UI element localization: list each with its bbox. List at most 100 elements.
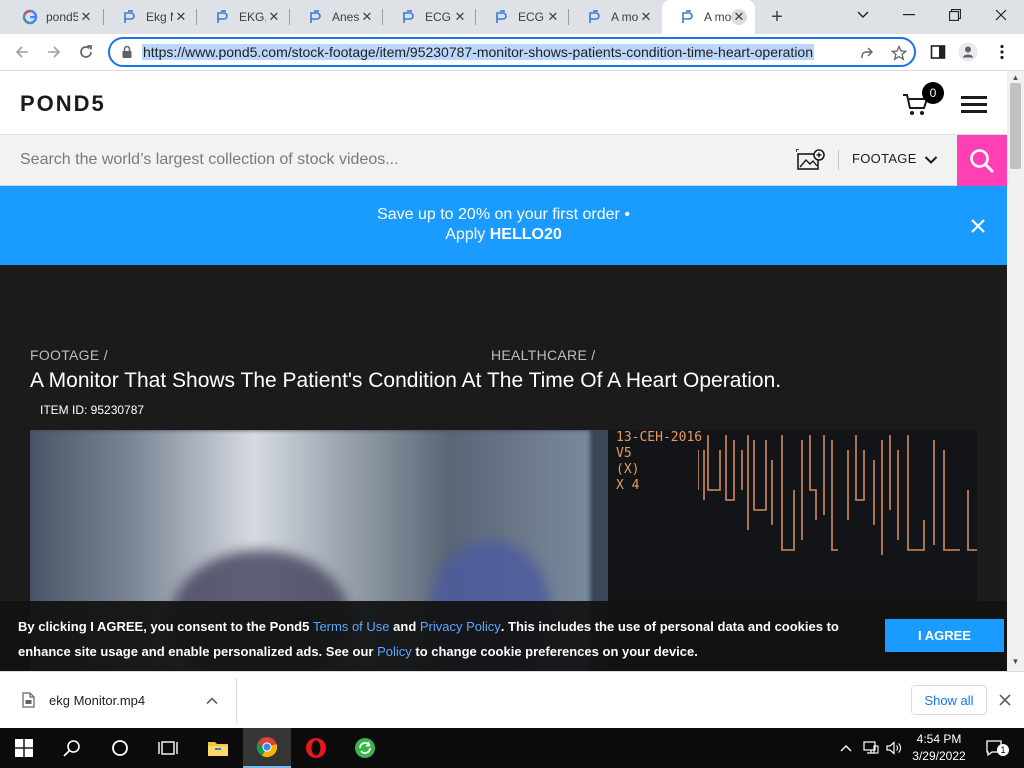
policy-link[interactable]: Policy bbox=[377, 644, 412, 659]
forward-arrow-icon[interactable] bbox=[42, 40, 66, 64]
close-icon[interactable]: ✕ bbox=[173, 9, 189, 25]
tab-title: A mo bbox=[611, 10, 638, 24]
pond5-icon bbox=[680, 9, 696, 25]
chevron-down-icon[interactable] bbox=[924, 153, 938, 167]
ecg-waveform bbox=[698, 435, 977, 555]
pond5-logo[interactable]: POND5 bbox=[20, 91, 106, 117]
file-explorer-icon[interactable] bbox=[194, 728, 242, 768]
media-type-select[interactable]: FOOTAGE bbox=[852, 151, 917, 166]
share-icon[interactable] bbox=[858, 44, 876, 62]
show-all-button[interactable]: Show all bbox=[911, 685, 987, 715]
opera-icon[interactable] bbox=[292, 728, 340, 768]
chevron-up-icon[interactable] bbox=[205, 694, 219, 708]
restore-button[interactable] bbox=[932, 0, 978, 30]
chevron-up-icon[interactable] bbox=[836, 728, 856, 768]
cookie-text: By clicking I AGREE, you consent to the … bbox=[18, 614, 868, 664]
chrome-icon[interactable] bbox=[243, 728, 291, 768]
download-bar: ekg Monitor.mp4 Show all bbox=[0, 671, 1024, 728]
close-icon[interactable] bbox=[970, 218, 986, 234]
tab-title: pond5 bbox=[46, 10, 78, 24]
tab-title: EKG, bbox=[239, 10, 266, 24]
profile-avatar-icon[interactable] bbox=[958, 42, 978, 62]
url-text[interactable]: https://www.pond5.com/stock-footage/item… bbox=[142, 44, 815, 60]
i-agree-button[interactable]: I AGREE bbox=[885, 619, 1004, 652]
close-icon[interactable]: ✕ bbox=[731, 9, 747, 25]
search-icon[interactable] bbox=[48, 728, 96, 768]
privacy-policy-link[interactable]: Privacy Policy bbox=[420, 619, 501, 634]
close-icon[interactable]: ✕ bbox=[266, 9, 282, 25]
cortana-icon[interactable] bbox=[96, 728, 144, 768]
tab-title: Ekg M bbox=[146, 10, 173, 24]
terms-of-use-link[interactable]: Terms of Use bbox=[313, 619, 390, 634]
tab-6[interactable]: ECG c ✕ bbox=[476, 0, 569, 34]
search-divider bbox=[838, 150, 839, 170]
search-button[interactable] bbox=[957, 135, 1007, 186]
page-viewport: POND5 0 FOOTAGE Save up to 20% bbox=[0, 71, 1024, 671]
lock-icon[interactable] bbox=[120, 45, 134, 59]
browser-menu-icon[interactable] bbox=[992, 42, 1012, 62]
cookie-text-part: By clicking I AGREE, you consent to the … bbox=[18, 619, 313, 634]
close-icon[interactable]: ✕ bbox=[78, 9, 94, 25]
cookie-text-part: and bbox=[389, 619, 420, 634]
close-icon[interactable]: ✕ bbox=[545, 9, 561, 25]
reload-icon[interactable] bbox=[74, 40, 98, 64]
tab-2[interactable]: Ekg M ✕ bbox=[104, 0, 197, 34]
pond5-icon bbox=[401, 9, 417, 25]
network-icon[interactable] bbox=[860, 728, 882, 768]
promo-code-line: Apply HELLO20 bbox=[0, 226, 1007, 244]
tab-7[interactable]: A mo ✕ bbox=[569, 0, 662, 34]
breadcrumb-footage[interactable]: FOOTAGE / bbox=[30, 347, 108, 363]
bookmark-star-icon[interactable] bbox=[890, 44, 908, 62]
refresh-app-icon[interactable] bbox=[341, 728, 389, 768]
tab-4[interactable]: Anest ✕ bbox=[290, 0, 383, 34]
search-bar: FOOTAGE bbox=[0, 135, 1007, 186]
pond5-icon bbox=[215, 9, 231, 25]
promo-banner: Save up to 20% on your first order • App… bbox=[0, 186, 1007, 265]
close-window-button[interactable] bbox=[978, 0, 1024, 30]
hamburger-menu-icon[interactable] bbox=[961, 96, 987, 113]
browser-toolbar: https://www.pond5.com/stock-footage/item… bbox=[0, 34, 1024, 71]
windows-logo-icon bbox=[15, 739, 33, 757]
pond5-icon bbox=[494, 9, 510, 25]
page-title: A Monitor That Shows The Patient's Condi… bbox=[30, 369, 782, 392]
tab-1[interactable]: pond5 ✕ bbox=[4, 0, 102, 34]
address-bar[interactable]: https://www.pond5.com/stock-footage/item… bbox=[108, 37, 916, 67]
promo-code: HELLO20 bbox=[489, 226, 562, 243]
windows-taskbar: 4:54 PM 3/29/2022 1 bbox=[0, 728, 1024, 768]
tab-title: ECG r bbox=[425, 10, 452, 24]
tab-title: ECG c bbox=[518, 10, 545, 24]
new-tab-button[interactable]: + bbox=[766, 6, 788, 28]
notification-center-icon[interactable]: 1 bbox=[980, 728, 1010, 768]
cookie-consent-banner: By clicking I AGREE, you consent to the … bbox=[0, 601, 1007, 671]
visual-search-icon[interactable] bbox=[796, 149, 826, 171]
close-icon[interactable]: ✕ bbox=[359, 9, 375, 25]
tab-strip: pond5 ✕ Ekg M ✕ EKG, ✕ Anest ✕ ECG r ✕ E… bbox=[0, 0, 1024, 34]
scroll-down-icon[interactable]: ▼ bbox=[1010, 657, 1021, 667]
promo-apply-text: Apply bbox=[445, 226, 490, 243]
file-icon[interactable] bbox=[22, 692, 35, 708]
download-file-name[interactable]: ekg Monitor.mp4 bbox=[49, 693, 145, 708]
item-id: ITEM ID: 95230787 bbox=[40, 403, 145, 417]
tab-3[interactable]: EKG, ✕ bbox=[197, 0, 290, 34]
cart-count-badge[interactable]: 0 bbox=[922, 82, 944, 104]
scroll-thumb[interactable] bbox=[1010, 83, 1021, 169]
side-panel-icon[interactable] bbox=[928, 42, 948, 62]
taskbar-clock[interactable]: 4:54 PM 3/29/2022 bbox=[900, 731, 978, 765]
task-view-icon[interactable] bbox=[144, 728, 192, 768]
close-icon[interactable]: ✕ bbox=[452, 9, 468, 25]
scroll-up-icon[interactable]: ▲ bbox=[1010, 73, 1021, 83]
back-arrow-icon[interactable] bbox=[10, 40, 34, 64]
minimize-button[interactable] bbox=[886, 0, 932, 30]
promo-text: Save up to 20% on your first order • bbox=[377, 206, 630, 223]
search-input[interactable] bbox=[20, 149, 760, 171]
tab-search-icon[interactable] bbox=[840, 0, 886, 30]
search-icon bbox=[970, 148, 995, 173]
close-icon[interactable]: ✕ bbox=[638, 9, 654, 25]
close-icon[interactable] bbox=[998, 693, 1012, 707]
page-scrollbar[interactable]: ▲ ▼ bbox=[1007, 71, 1024, 671]
start-button[interactable] bbox=[0, 728, 48, 768]
breadcrumb-healthcare[interactable]: HEALTHCARE / bbox=[491, 347, 595, 363]
tab-title: Anest bbox=[332, 10, 359, 24]
tab-5[interactable]: ECG r ✕ bbox=[383, 0, 476, 34]
tab-8-active[interactable]: A mo ✕ bbox=[662, 0, 755, 34]
